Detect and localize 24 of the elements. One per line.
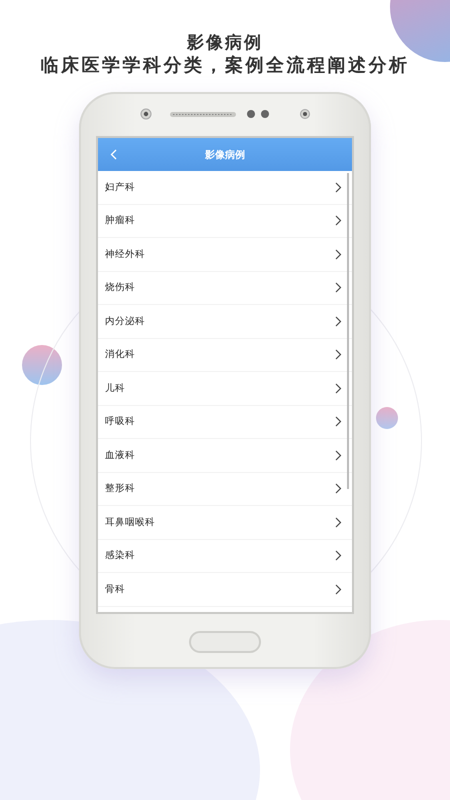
camera-icon [300,109,310,119]
speaker-icon [170,112,236,116]
chevron-icon [335,584,342,595]
chevron-icon [335,248,342,260]
camera-icon [140,108,152,120]
chevron-icon [335,349,342,360]
chevron-icon [335,550,342,562]
chevron-icon [335,382,342,394]
chevron-icon [335,450,342,461]
decorative-circle [376,407,398,429]
screen-title: 影像病例 [205,148,245,162]
chevron-icon [335,182,342,193]
home-button[interactable] [189,630,261,652]
chevron-icon [335,215,342,226]
sensor-icon [246,109,272,119]
chevron-icon [335,316,342,327]
chevron-icon [335,483,342,494]
back-icon [110,149,117,160]
decorative-circle [22,345,62,385]
chevron-icon [335,416,342,428]
subtitle: 临床医学学科分类，案例全流程阐述分析 [40,54,410,78]
chevron-icon [335,516,342,528]
chevron-icon [335,282,342,294]
headline: 影像病例 [187,32,263,54]
